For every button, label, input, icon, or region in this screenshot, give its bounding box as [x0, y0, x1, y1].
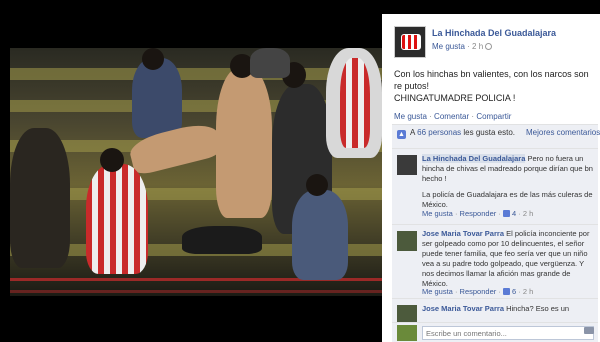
comment-avatar[interactable] — [397, 155, 417, 175]
comment-sort-dropdown[interactable]: Mejores comentarios ▾ — [526, 128, 600, 137]
photo-viewer — [0, 0, 382, 342]
page-like-link[interactable]: Me gusta — [432, 42, 465, 51]
comment-action[interactable]: Comentar — [434, 112, 469, 121]
page-avatar[interactable] — [394, 26, 426, 58]
post-text-line: CHINGATUMADRE POLICIA ! — [394, 93, 516, 103]
meta-separator: · — [467, 42, 470, 51]
comment-body: Jose Maria Tovar Parra Hincha? Eso es un — [422, 304, 594, 314]
comment-meta: Me gusta · Responder · 4 · 2 h — [422, 209, 534, 218]
comment-avatar[interactable] — [397, 305, 417, 322]
comment-list: La Hinchada Del Guadalajara Pero no fuer… — [392, 148, 598, 322]
comment-like-count[interactable]: 6 — [512, 287, 516, 296]
action-separator: · — [429, 112, 432, 121]
comment-reply-link[interactable]: Responder — [460, 287, 497, 296]
action-separator: · — [471, 112, 475, 121]
share-action[interactable]: Compartir — [476, 112, 511, 121]
comment-reply-link[interactable]: Responder — [460, 209, 497, 218]
post-photo — [10, 48, 382, 296]
post-panel: La Hinchada Del Guadalajara Me gusta · 2… — [382, 14, 600, 342]
comment-text: La policía de Guadalajara es de las más … — [422, 190, 593, 209]
comment-item: La Hinchada Del Guadalajara Pero no fuer… — [392, 148, 598, 224]
comment-like-link[interactable]: Me gusta — [422, 287, 453, 296]
clock-icon — [485, 43, 493, 50]
comment-avatar[interactable] — [397, 231, 417, 251]
camera-icon[interactable] — [584, 327, 594, 334]
likes-summary: ▲ A 66 personas les gusta esto. Mejores … — [392, 124, 600, 148]
comment-composer — [392, 322, 598, 342]
post-actions: Me gusta · Comentar · Compartir — [394, 112, 511, 121]
thumbs-up-icon — [502, 288, 510, 295]
comment-like-count[interactable]: 4 — [512, 209, 516, 218]
page-name-link[interactable]: La Hinchada Del Guadalajara — [432, 28, 556, 38]
comment-body: La Hinchada Del Guadalajara Pero no fuer… — [422, 154, 594, 210]
user-avatar — [397, 325, 417, 341]
post-text: Con los hinchas bn valientes, con los na… — [394, 68, 594, 104]
like-action[interactable]: Me gusta — [394, 112, 427, 121]
comment-meta: Me gusta · Responder · 6 · 2 h — [422, 287, 534, 296]
comment-text: Hincha? Eso es un — [506, 304, 570, 313]
post-header: La Hinchada Del Guadalajara Me gusta · 2… — [394, 26, 594, 60]
comment-timestamp[interactable]: 2 h — [523, 287, 533, 296]
comment-author-link[interactable]: La Hinchada Del Guadalajara — [422, 154, 526, 163]
thumbs-up-icon — [502, 210, 510, 217]
thumbs-up-icon: ▲ — [397, 130, 406, 139]
post-meta: Me gusta · 2 h — [432, 42, 493, 51]
likes-suffix: les gusta esto. — [463, 128, 515, 137]
comment-like-link[interactable]: Me gusta — [422, 209, 453, 218]
comment-timestamp[interactable]: 2 h — [523, 209, 533, 218]
post-timestamp[interactable]: 2 h — [472, 42, 483, 51]
likes-count-link[interactable]: 66 personas — [417, 128, 461, 137]
post-text-line: Con los hinchas bn valientes, con los na… — [394, 69, 589, 91]
comment-item: Jose Maria Tovar Parra Hincha? Eso es un — [392, 298, 598, 322]
likes-text: A 66 personas les gusta esto. — [410, 128, 520, 138]
comment-body: Jose Maria Tovar Parra El policía inconc… — [422, 229, 594, 289]
comment-input[interactable] — [422, 326, 594, 340]
club-crest-icon — [401, 34, 421, 50]
likes-prefix: A — [410, 128, 415, 137]
comment-author-link[interactable]: Jose Maria Tovar Parra — [422, 304, 504, 313]
comment-item: Jose Maria Tovar Parra El policía inconc… — [392, 224, 598, 298]
comment-author-link[interactable]: Jose Maria Tovar Parra — [422, 229, 504, 238]
